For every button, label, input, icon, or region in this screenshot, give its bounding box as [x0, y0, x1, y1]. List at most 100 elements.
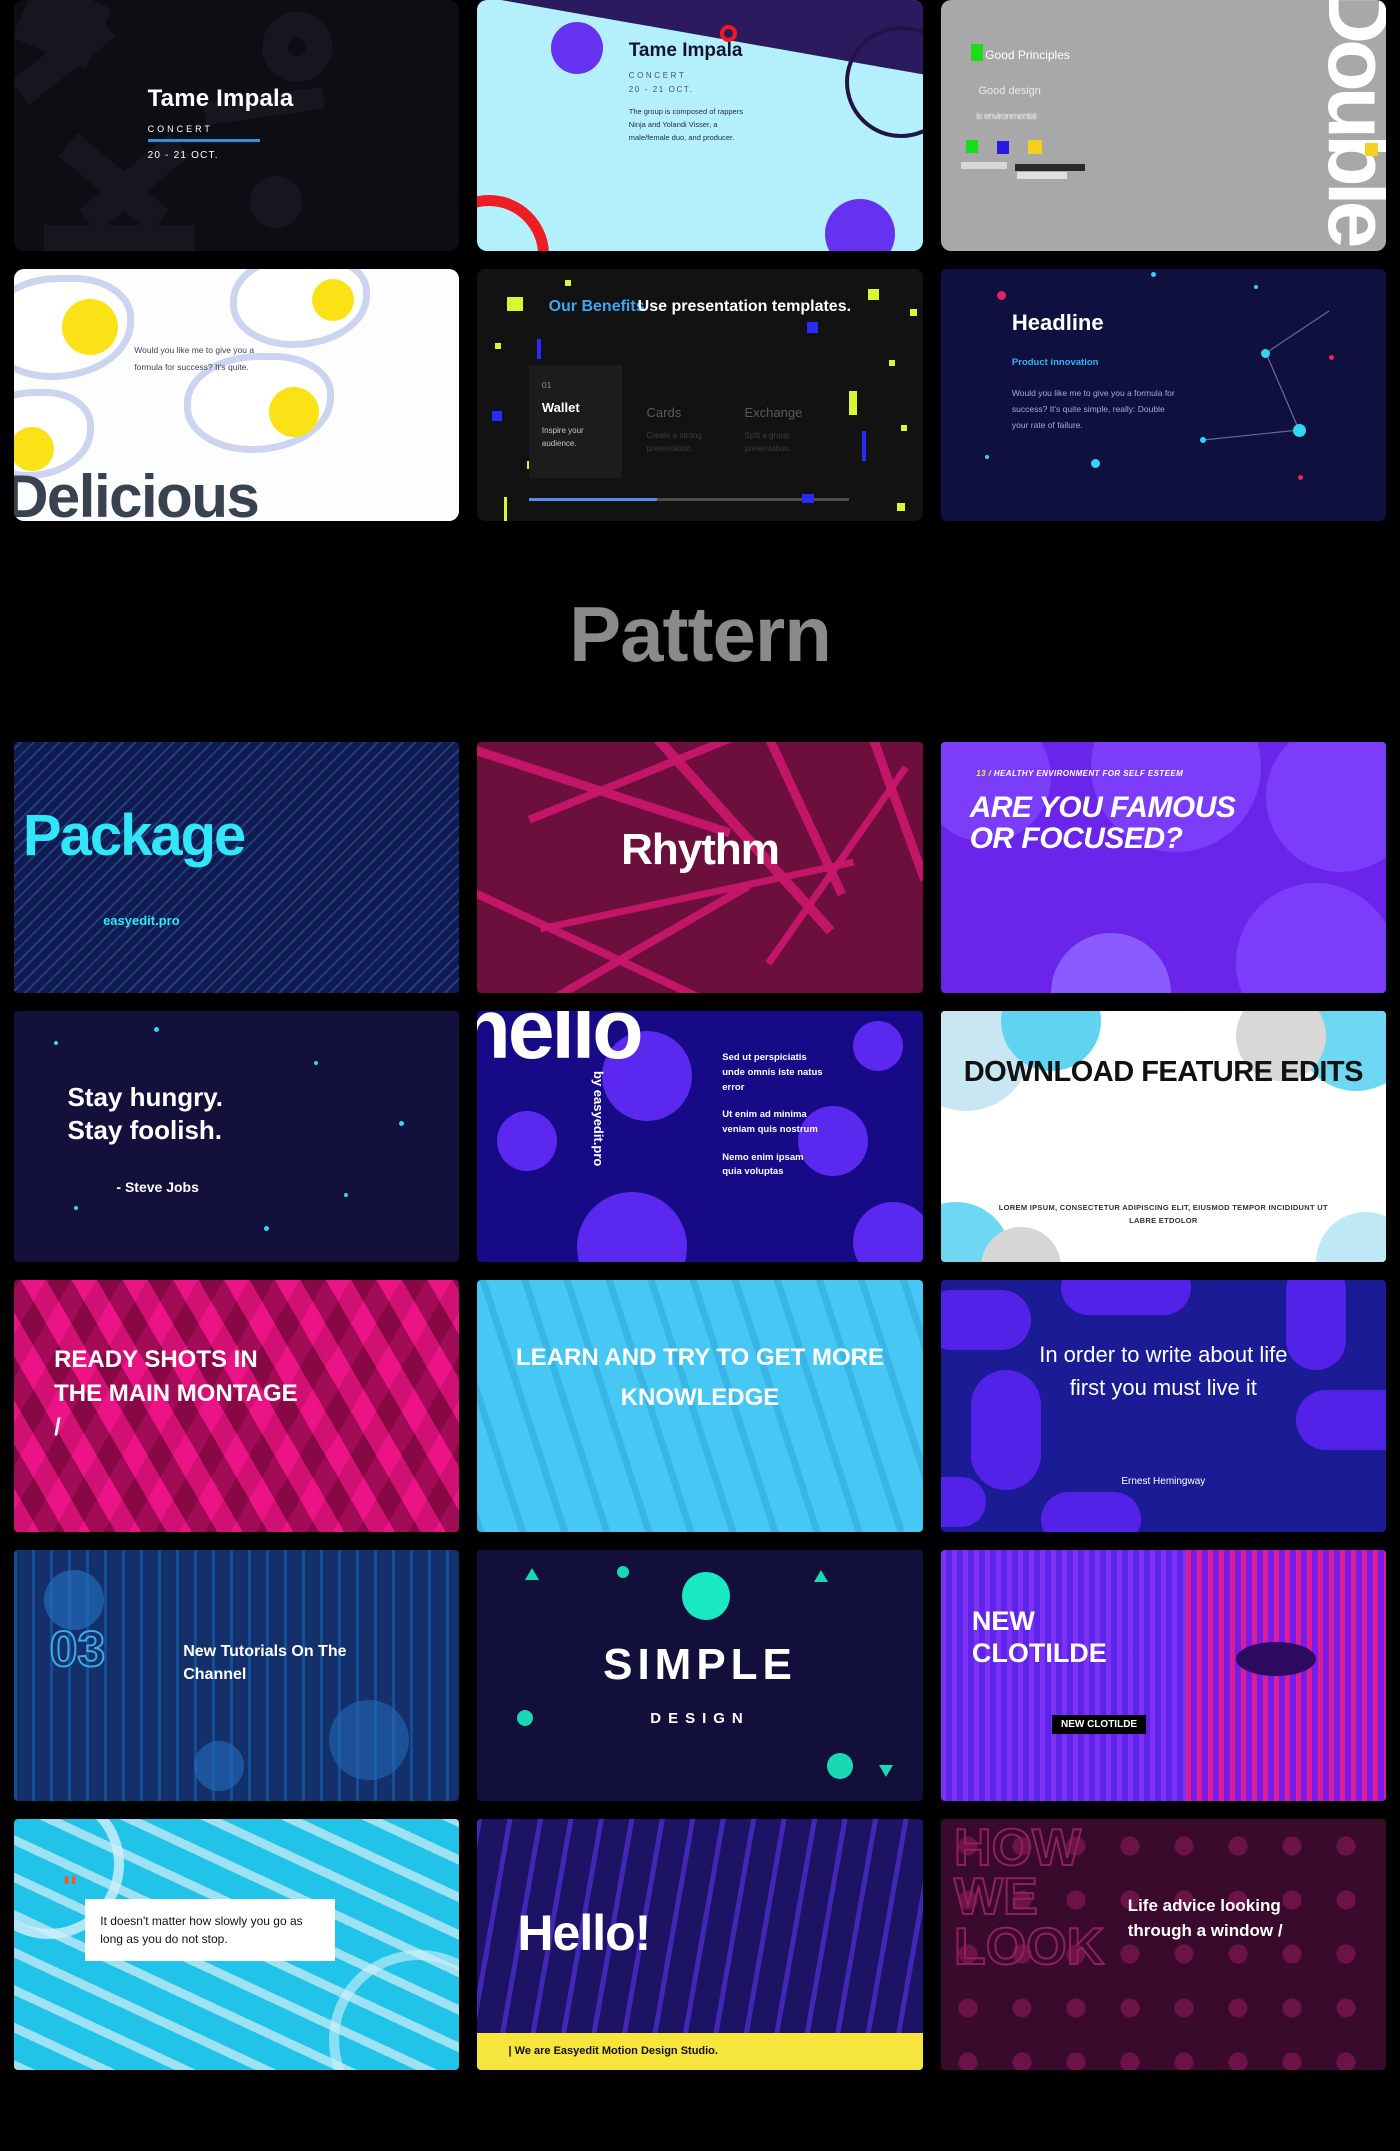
deco-chip-yellow: [888, 360, 895, 367]
deco-square-green: [970, 44, 983, 61]
card-headline: READY SHOTS IN THE MAIN MONTAGE /: [54, 1346, 298, 1442]
feature-desc-cards: Create a strong presentation.: [646, 431, 702, 453]
card-big-word: Double: [1310, 0, 1386, 244]
deco-triangle: [525, 1567, 540, 1580]
card-quote-line1: Stay hungry.: [67, 1082, 223, 1113]
pattern-card-hello[interactable]: hello by easyedit.pro Sed ut perspiciati…: [477, 1010, 923, 1263]
slide-card-tame-impala-light[interactable]: Tame Impala CONCERT 20 - 21 OCT. The gro…: [477, 0, 923, 252]
pattern-card-ready-shots[interactable]: READY SHOTS IN THE MAIN MONTAGE /: [14, 1280, 460, 1532]
deco-chip-blue: [492, 411, 503, 422]
card-badge: NEW CLOTILDE: [1051, 1715, 1147, 1735]
card-title: Headline: [1011, 309, 1104, 335]
pattern-card-learn[interactable]: LEARN AND TRY TO GET MORE KNOWLEDGE: [477, 1280, 923, 1532]
deco-dot-teal: [682, 1571, 731, 1620]
feature-title-wallet: Wallet: [541, 399, 580, 415]
feature-desc-exchange: Split a group presentation.: [744, 431, 791, 453]
deco-square-blue: [996, 141, 1009, 154]
card-kicker-text: HEALTHY ENVIRONMENT FOR SELF ESTEEM: [993, 769, 1184, 779]
progress-fill: [528, 497, 657, 501]
deco-chip-yellow: [495, 343, 502, 350]
slide-card-our-benefits[interactable]: Our Benefits Use presentation templates.…: [477, 269, 923, 521]
deco-chip-yellow: [909, 309, 917, 317]
deco-blob: [497, 1110, 558, 1171]
feature-title-exchange: Exchange: [744, 405, 803, 421]
card-kicker: 13 / HEALTHY ENVIRONMENT FOR SELF ESTEEM: [976, 769, 1183, 778]
deco-blob: [194, 1740, 244, 1791]
pattern-card-simple-design[interactable]: SIMPLE DESIGN: [477, 1549, 923, 1801]
deco-chip-yellow: [504, 496, 508, 521]
card-text-block: Tame Impala CONCERT 20 - 21 OCT.: [147, 85, 294, 161]
pattern-card-new-clotilde[interactable]: NEW CLOTILDE NEW CLOTILDE: [940, 1549, 1386, 1801]
feature-desc-wallet: Inspire your audience.: [541, 426, 584, 448]
deco-blob: [329, 1699, 410, 1780]
deco-triangle: [813, 1569, 828, 1582]
deco-glitch-bar: [1014, 164, 1085, 171]
pattern-grid: Package easyedit.pro Rhythm 13 / HEALTHY…: [0, 741, 1400, 2071]
pattern-card-write[interactable]: In order to write about life first you m…: [940, 1280, 1386, 1532]
deco-yolk: [269, 387, 319, 438]
deco-chip-blue: [861, 431, 866, 462]
slide-card-headline[interactable]: Headline Product innovation Would you li…: [940, 269, 1386, 521]
card-headline: In order to write about life first you m…: [1039, 1342, 1288, 1401]
card-title: New Tutorials On The Channel: [183, 1643, 347, 1684]
deco-ring: [250, 176, 302, 228]
card-subtitle: CONCERT: [628, 71, 687, 81]
card-body: The group is composed of rappers Ninja a…: [628, 107, 743, 143]
deco-chip-yellow: [896, 502, 905, 511]
pattern-card-tutorials[interactable]: 03 New Tutorials On The Channel: [14, 1549, 460, 1801]
card-subtitle: DESIGN: [650, 1710, 750, 1728]
card-line3: is environmental: [976, 110, 1036, 122]
deco-star: [154, 1026, 159, 1032]
pattern-card-package[interactable]: Package easyedit.pro: [14, 741, 460, 993]
pattern-card-stay-hungry[interactable]: Stay hungry. Stay foolish. - Steve Jobs: [14, 1010, 460, 1263]
footer-bar: | We are Easyedit Motion Design Studio.: [477, 2032, 923, 2071]
deco-chip-yellow: [507, 297, 524, 312]
card-paragraph-list: Sed ut perspiciatis unde omnis iste natu…: [722, 1051, 827, 1193]
card-body: Would you like me to give you a formula …: [134, 345, 255, 373]
deco-glitch-bar: [960, 162, 1007, 169]
deco-blob: [1060, 1280, 1191, 1316]
slide-card-tame-impala-dark[interactable]: Tame Impala CONCERT 20 - 21 OCT.: [14, 0, 460, 252]
deco-chip-yellow: [565, 280, 572, 287]
card-big-word: hello: [477, 1010, 643, 1076]
card-big-word: HOW WE LOOK: [953, 1818, 1105, 1976]
pattern-card-famous[interactable]: 13 / HEALTHY ENVIRONMENT FOR SELF ESTEEM…: [940, 741, 1386, 993]
pattern-card-how-we-look[interactable]: HOW WE LOOK Life advice looking through …: [940, 1818, 1386, 2071]
pattern-card-download[interactable]: DOWNLOAD FEATURE EDITS LOREM IPSUM, CONS…: [940, 1010, 1386, 1263]
slide-card-double-principles[interactable]: Double Good Principles Good design is en…: [940, 0, 1386, 252]
card-big-word: Hello!: [517, 1905, 651, 1962]
deco-shape: [44, 225, 194, 251]
progress-track[interactable]: [528, 497, 850, 501]
card-subtitle: easyedit.pro: [103, 912, 180, 928]
card-subtext: LOREM IPSUM, CONSECTETUR ADIPISCING ELIT…: [998, 1202, 1328, 1225]
pattern-card-slowly[interactable]: '' It doesn't matter how slowly you go a…: [14, 1818, 460, 2071]
slide-card-delicious[interactable]: Would you like me to give you a formula …: [14, 269, 460, 521]
card-paragraph: Sed ut perspiciatis unde omnis iste natu…: [722, 1052, 823, 1093]
deco-chip-yellow: [848, 391, 857, 416]
deco-dot-teal: [617, 1565, 630, 1578]
card-quote-line2: Stay foolish.: [67, 1114, 223, 1145]
deco-star: [344, 1192, 348, 1197]
quote-box: It doesn't matter how slowly you go as l…: [85, 1899, 335, 1962]
deco-star: [54, 1040, 58, 1045]
deco-star: [314, 1060, 318, 1065]
feature-title-cards: Cards: [646, 405, 682, 421]
card-quote: Stay hungry. Stay foolish.: [67, 1081, 223, 1146]
card-body: Would you like me to give you a formula …: [1011, 387, 1175, 431]
deco-blob: [852, 1020, 903, 1071]
card-text: Life advice looking through a window /: [1127, 1896, 1283, 1940]
card-vertical-label: by easyedit.pro: [590, 1071, 606, 1167]
deco-star: [399, 1120, 404, 1126]
card-author: Ernest Hemingway: [1121, 1476, 1206, 1488]
pattern-card-hello-bang[interactable]: Hello! | We are Easyedit Motion Design S…: [477, 1818, 923, 2071]
card-date: 20 - 21 OCT.: [628, 85, 694, 95]
footer-bar-text: | We are Easyedit Motion Design Studio.: [508, 2045, 718, 2058]
card-eyebrow: Our Benefits: [548, 297, 645, 315]
pattern-card-rhythm[interactable]: Rhythm: [477, 741, 923, 993]
card-big-word: Package: [22, 802, 246, 868]
deco-square-green: [965, 140, 978, 153]
deco-triangle: [878, 1764, 893, 1777]
card-author: - Steve Jobs: [116, 1179, 199, 1196]
progress-handle[interactable]: [802, 494, 815, 504]
template-grid-top: Tame Impala CONCERT 20 - 21 OCT. Tame Im…: [0, 0, 1400, 521]
